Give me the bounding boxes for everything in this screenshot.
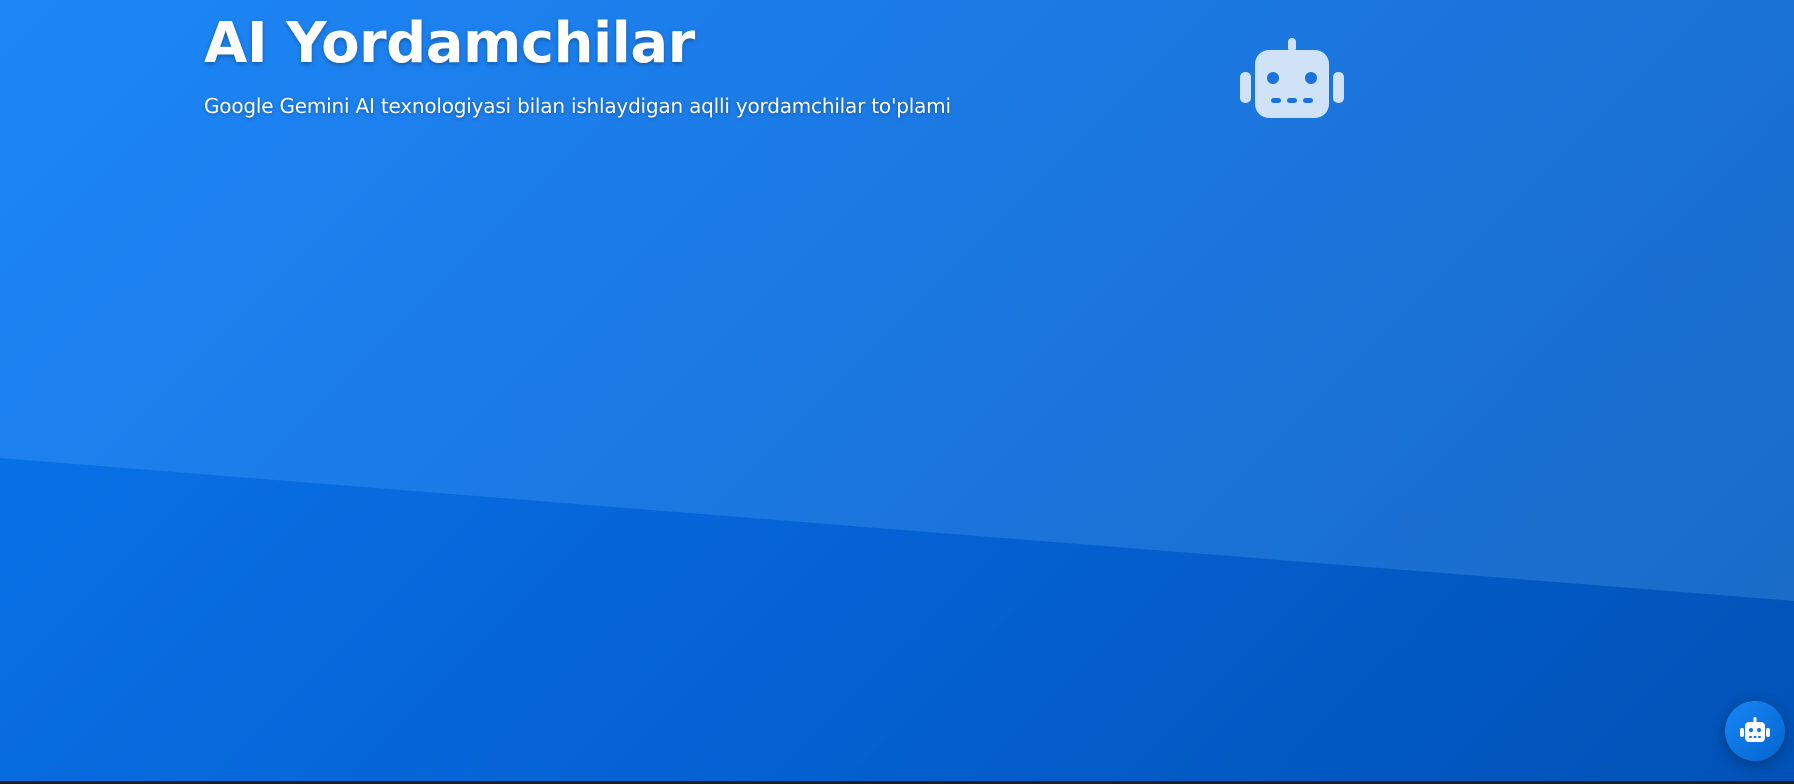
- robot-icon: [1740, 717, 1770, 742]
- page-title: AI Yordamchilar: [204, 11, 695, 76]
- page-subtitle: Google Gemini AI texnologiyasi bilan ish…: [204, 94, 951, 118]
- robot-icon: [1240, 36, 1344, 122]
- hero-section: AI Yordamchilar Google Gemini AI texnolo…: [0, 0, 1794, 781]
- chat-assistant-button[interactable]: [1725, 701, 1785, 761]
